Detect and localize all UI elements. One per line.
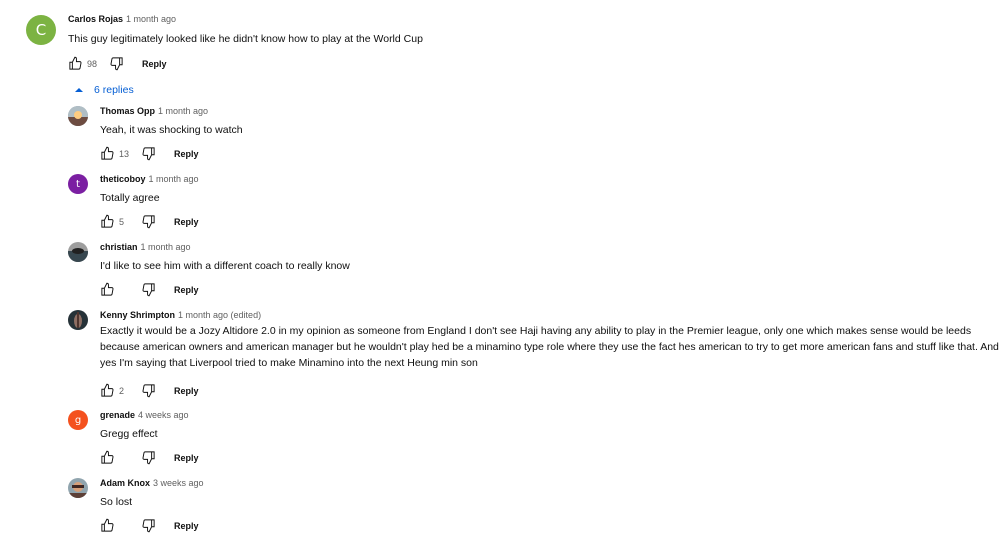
comment-time[interactable]: 1 month ago xyxy=(126,14,176,24)
like-count: 2 xyxy=(119,385,125,396)
comment-actions: Reply xyxy=(100,282,199,297)
comment-actions: 13 Reply xyxy=(100,146,199,161)
avatar[interactable] xyxy=(68,106,88,126)
like-icon[interactable] xyxy=(100,383,115,398)
comment-time[interactable]: 1 month ago xyxy=(141,242,191,252)
comment-time[interactable]: 1 month ago (edited) xyxy=(178,310,261,320)
chevron-up-icon xyxy=(75,88,83,92)
reply-button[interactable]: Reply xyxy=(174,453,199,463)
comment-author: Thomas Opp 1 month ago xyxy=(100,106,208,116)
comments-thread: { "top": {"author":"Carlos Rojas","time"… xyxy=(0,0,1000,540)
reply-button[interactable]: Reply xyxy=(174,521,199,531)
avatar[interactable] xyxy=(68,478,88,498)
comment-actions: Reply xyxy=(100,450,199,465)
comment-text: Gregg effect xyxy=(100,428,158,440)
comment-text: Yeah, it was shocking to watch xyxy=(100,124,243,136)
replies-toggle[interactable]: 6 replies xyxy=(74,84,134,96)
dislike-icon[interactable] xyxy=(109,56,124,71)
dislike-icon[interactable] xyxy=(141,383,156,398)
like-icon[interactable] xyxy=(100,214,115,229)
dislike-icon[interactable] xyxy=(141,214,156,229)
avatar[interactable]: t xyxy=(68,174,88,194)
comment-author: theticoboy 1 month ago xyxy=(100,174,199,184)
dislike-icon[interactable] xyxy=(141,518,156,533)
comment-time[interactable]: 4 weeks ago xyxy=(138,410,189,420)
author-name[interactable]: Adam Knox xyxy=(100,478,150,488)
like-icon[interactable] xyxy=(100,518,115,533)
avatar[interactable] xyxy=(68,242,88,262)
like-icon[interactable] xyxy=(68,56,83,71)
comment-text: Exactly it would be a Jozy Altidore 2.0 … xyxy=(100,325,999,369)
author-name[interactable]: Kenny Shrimpton xyxy=(100,310,175,320)
reply-button[interactable]: Reply xyxy=(142,59,167,69)
dislike-icon[interactable] xyxy=(141,146,156,161)
comment-actions: 5 Reply xyxy=(100,214,199,229)
like-count: 5 xyxy=(119,216,125,227)
comment-actions: 98 Reply xyxy=(68,56,167,71)
comment-text: So lost xyxy=(100,496,133,508)
comment-author: grenade 4 weeks ago xyxy=(100,410,189,420)
replies-count: 6 replies xyxy=(94,84,134,96)
reply-button[interactable]: Reply xyxy=(174,149,199,159)
dislike-icon[interactable] xyxy=(141,282,156,297)
comment-actions: Reply xyxy=(100,518,199,533)
reply-button[interactable]: Reply xyxy=(174,217,199,227)
author-name[interactable]: theticoboy xyxy=(100,174,146,184)
avatar[interactable]: C xyxy=(26,15,56,45)
comment-author: Adam Knox 3 weeks ago xyxy=(100,478,204,488)
avatar[interactable]: g xyxy=(68,410,88,430)
comment-time[interactable]: 1 month ago xyxy=(149,174,199,184)
comment-text: I'd like to see him with a different coa… xyxy=(100,260,350,272)
dislike-icon[interactable] xyxy=(141,450,156,465)
comment-text: Totally agree xyxy=(100,192,160,204)
like-icon[interactable] xyxy=(100,146,115,161)
like-count: 98 xyxy=(87,58,98,69)
author-name[interactable]: grenade xyxy=(100,410,135,420)
reply-button[interactable]: Reply xyxy=(174,285,199,295)
like-icon[interactable] xyxy=(100,282,115,297)
comment-author: christian 1 month ago xyxy=(100,242,191,252)
comment-author: Kenny Shrimpton 1 month ago (edited) xyxy=(100,310,261,320)
comment-text: This guy legitimately looked like he did… xyxy=(68,33,423,45)
comment-author: Carlos Rojas 1 month ago xyxy=(68,14,176,24)
like-count: 13 xyxy=(119,148,130,159)
comment-time[interactable]: 1 month ago xyxy=(158,106,208,116)
comment-time[interactable]: 3 weeks ago xyxy=(153,478,204,488)
reply-button[interactable]: Reply xyxy=(174,386,199,396)
author-name[interactable]: Thomas Opp xyxy=(100,106,155,116)
author-name[interactable]: Carlos Rojas xyxy=(68,14,123,24)
comment-actions: 2 Reply xyxy=(100,383,199,398)
like-icon[interactable] xyxy=(100,450,115,465)
author-name[interactable]: christian xyxy=(100,242,138,252)
avatar[interactable] xyxy=(68,310,88,330)
